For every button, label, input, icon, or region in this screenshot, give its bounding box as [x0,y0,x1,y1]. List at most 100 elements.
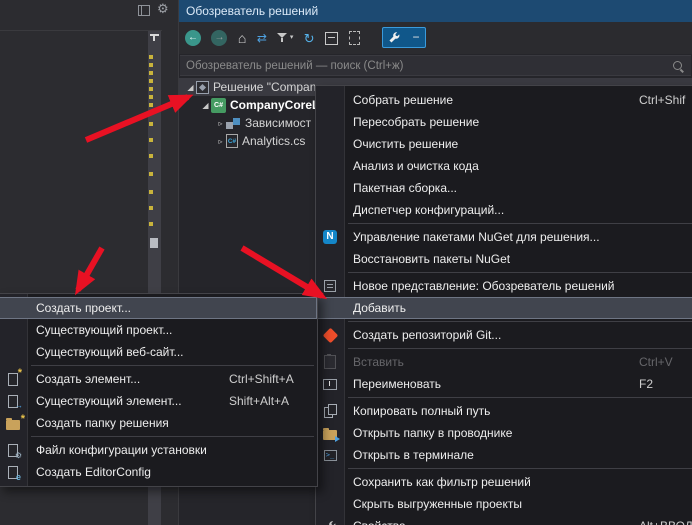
menu-item-rebuild-solution[interactable]: Пересобрать решение [316,111,692,133]
menu-item-rename[interactable]: ПереименоватьF2 [316,373,692,395]
menu-item-open-in-terminal[interactable]: >_ Открыть в терминале [316,444,692,466]
menu-item-label: Создать папку решения [36,416,169,430]
menu-item-batch-build[interactable]: Пакетная сборка... [316,177,692,199]
menu-item-label: Собрать решение [353,93,453,107]
dependencies-icon [226,116,241,130]
menu-item-shortcut: Ctrl+Shif [639,89,685,111]
collapse-all-button[interactable] [325,32,338,45]
change-marker [149,222,153,226]
panel-layout-icon[interactable] [138,5,150,16]
tree-item-label: Analytics.cs [242,134,305,148]
menu-item-restore-nuget-packages[interactable]: Восстановить пакеты NuGet [316,248,692,270]
menu-item-label: Вставить [353,355,404,369]
gear-icon[interactable]: ⚙ [157,1,169,17]
menu-item-label: Диспетчер конфигураций... [353,203,504,217]
menu-item-label: Создать EditorConfig [36,465,151,479]
menu-item-shortcut: Shift+Alt+A [229,390,289,412]
menu-item-save-as-solution-filter[interactable]: Сохранить как фильтр решений [316,471,692,493]
menu-item-label: Существующий элемент... [36,394,182,408]
menu-item-shortcut: Alt+ВВОД [639,515,692,525]
menu-item-label: Восстановить пакеты NuGet [353,252,510,266]
search-input[interactable] [180,57,691,76]
solution-search-row [179,54,692,76]
submenu-item-new-project[interactable]: Создать проект... [0,297,317,319]
new-folder-icon: * [6,420,20,430]
solution-explorer-view-icon [324,280,336,292]
funnel-icon [277,32,287,44]
menu-item-shortcut: F2 [639,373,653,395]
expander-expanded-icon[interactable]: ◢ [200,101,211,110]
menu-item-paste[interactable]: ВставитьCtrl+V [316,351,692,373]
menu-item-label: Очистить решение [353,137,458,151]
expander-collapsed-icon[interactable]: ▹ [215,137,226,146]
solution-explorer-toolbar: ← → ⌂ ⇄ ▾ ↻ − [179,22,692,54]
wrench-icon [324,520,337,525]
tree-item-label: Зависимост [245,116,311,130]
menu-item-label: Пакетная сборка... [353,181,457,195]
chevron-down-icon: ▾ [290,33,294,41]
search-box [180,55,691,76]
refresh-button[interactable]: ↻ [304,31,315,46]
submenu-item-new-item[interactable]: * Создать элемент...Ctrl+Shift+A [0,368,317,390]
search-icon [673,61,682,70]
menu-separator [31,365,314,366]
expander-collapsed-icon[interactable]: ▹ [215,119,226,128]
menu-item-clean-solution[interactable]: Очистить решение [316,133,692,155]
menu-item-label: Пересобрать решение [353,115,479,129]
submenu-item-setup-configuration-file[interactable]: ⚙ Файл конфигурации установки [0,439,317,461]
sync-active-document-button[interactable]: ⇄ [257,30,267,46]
solution-explorer-titlebar[interactable]: Обозреватель решений [179,0,692,22]
menu-separator [348,348,692,349]
menu-item-code-cleanup[interactable]: Анализ и очистка кода [316,155,692,177]
toolbar-minus-button[interactable]: − [412,28,419,47]
visual-studio-window: ⚙ Обозреватель решений ← → ⌂ ⇄ ▾ ↻ [0,0,692,525]
change-marker [149,122,153,126]
change-marker [149,190,153,194]
rename-icon [323,379,337,390]
menu-item-new-solution-explorer-view[interactable]: Новое представление: Обозреватель решени… [316,275,692,297]
submenu-item-existing-item[interactable]: → Существующий элемент...Shift+Alt+A [0,390,317,412]
home-button[interactable]: ⌂ [238,30,246,46]
editorconfig-icon: e [8,466,18,479]
change-marker [149,154,153,158]
submenu-item-new-solution-folder[interactable]: * Создать папку решения [0,412,317,434]
csharp-file-icon: C# [226,134,238,148]
paste-icon [324,355,336,369]
menu-item-manage-nuget-packages[interactable]: N Управление пакетами NuGet для решения.… [316,226,692,248]
scrollbar-caret-marker[interactable] [150,238,158,248]
menu-item-label: Создать элемент... [36,372,140,386]
menu-item-shortcut: Ctrl+Shift+A [229,368,294,390]
expander-expanded-icon[interactable]: ◢ [185,83,196,92]
menu-item-configuration-manager[interactable]: Диспетчер конфигураций... [316,199,692,221]
open-folder-icon [323,430,337,440]
context-menu: Собрать решение Ctrl+Shif Пересобрать реш… [315,85,692,525]
wrench-icon [388,31,401,44]
change-marker [149,138,153,142]
show-all-files-button[interactable] [349,31,360,45]
tree-item-label: Решение "Compan [213,80,316,94]
menu-item-copy-full-path[interactable]: Копировать полный путь [316,400,692,422]
back-button[interactable]: ← [185,30,201,46]
submenu-item-existing-website[interactable]: Существующий веб-сайт... [0,341,317,363]
menu-item-build-solution[interactable]: Собрать решение Ctrl+Shif [316,89,692,111]
menu-item-add[interactable]: Добавить [316,297,692,319]
menu-item-properties[interactable]: СвойстваAlt+ВВОД [316,515,692,525]
filter-dropdown-button[interactable]: ▾ [277,31,293,45]
forward-button[interactable]: → [211,30,227,46]
nuget-icon: N [323,230,337,244]
menu-separator [348,272,692,273]
menu-item-open-folder-in-explorer[interactable]: Открыть папку в проводнике [316,422,692,444]
properties-wrench-button[interactable] [388,31,401,44]
menu-item-label: Открыть папку в проводнике [353,426,512,440]
terminal-icon: >_ [324,450,337,461]
menu-item-label: Сохранить как фильтр решений [353,475,531,489]
config-file-icon: ⚙ [8,444,18,457]
menu-item-label: Существующий веб-сайт... [36,345,184,359]
menu-item-create-git-repository[interactable]: Создать репозиторий Git... [316,324,692,346]
submenu-item-new-editorconfig[interactable]: e Создать EditorConfig [0,461,317,483]
menu-separator [348,321,692,322]
menu-item-hide-unloaded-projects[interactable]: Скрыть выгруженные проекты [316,493,692,515]
change-marker [149,172,153,176]
editor-splitter-grip[interactable] [150,34,159,44]
submenu-item-existing-project[interactable]: Существующий проект... [0,319,317,341]
